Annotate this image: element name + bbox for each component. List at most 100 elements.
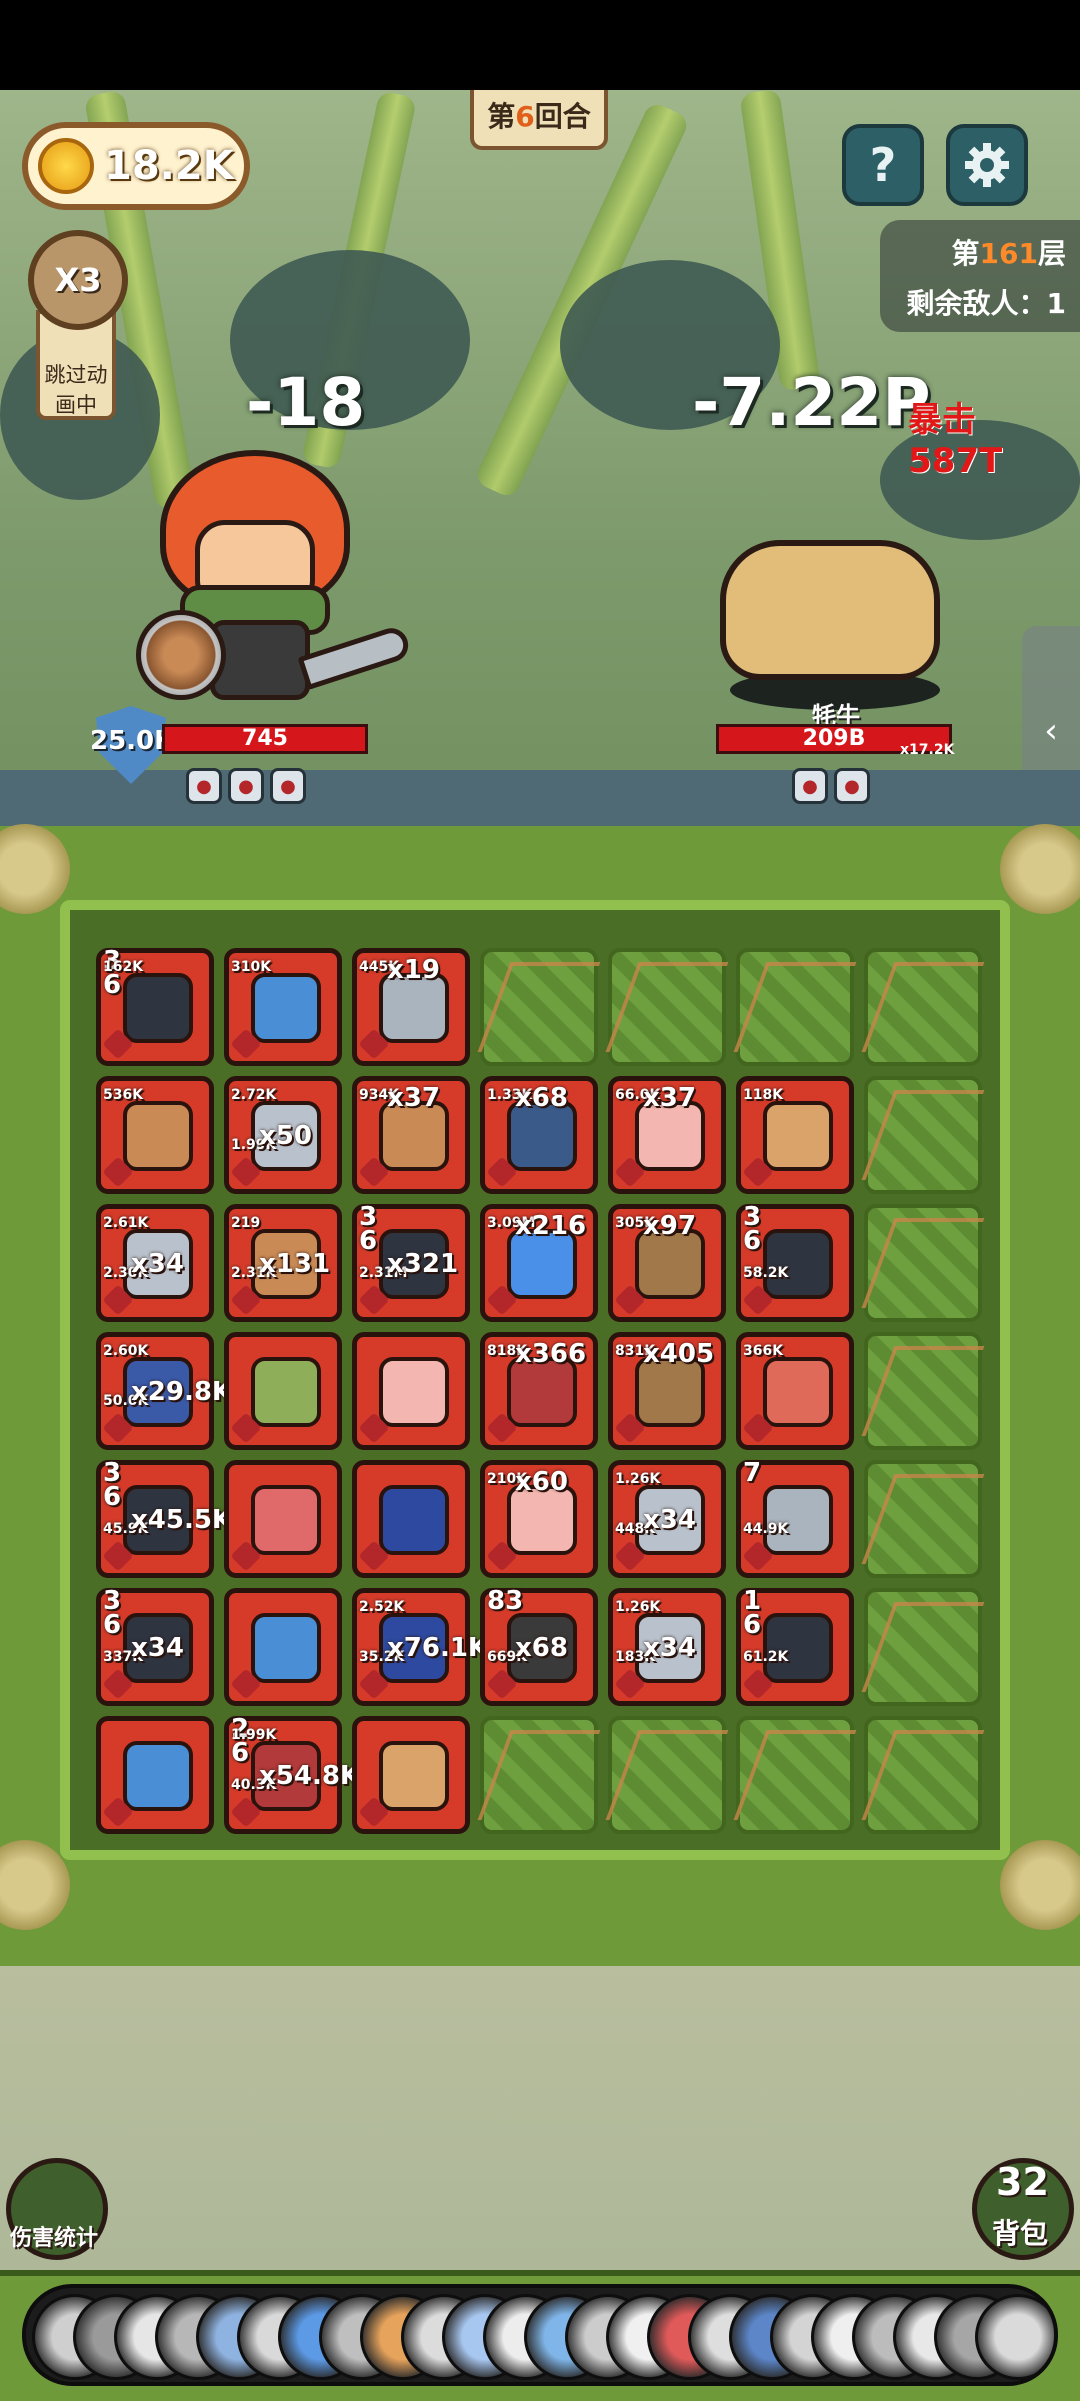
- item-cell-shield[interactable]: 1.26K 448K x34: [608, 1460, 726, 1578]
- mage-icon: [251, 973, 321, 1043]
- item-cell-mage[interactable]: [224, 1588, 342, 1706]
- help-button[interactable]: ?: [842, 124, 924, 206]
- mage-icon: [123, 1741, 193, 1811]
- enemy-yak[interactable]: [720, 540, 940, 680]
- item-big-label: x37: [643, 1083, 696, 1113]
- item-small-label: 366K: [743, 1343, 784, 1359]
- empty-grid-cell[interactable]: [864, 1716, 982, 1834]
- round-indicator: 第6回合: [470, 90, 608, 150]
- item-big-label: x68: [515, 1633, 568, 1663]
- item-cell-shield[interactable]: [224, 1460, 342, 1578]
- enemy-status-icons: ● ●: [792, 768, 870, 804]
- item-cell-mage[interactable]: [96, 1716, 214, 1834]
- coin-icon: [38, 138, 94, 194]
- hero-hp-value: 745: [242, 726, 288, 751]
- beetle-icon: ●: [228, 768, 264, 804]
- item-cell-club[interactable]: 2.60K 50.0K x29.8K: [96, 1332, 232, 1450]
- empty-grid-cell[interactable]: [480, 1716, 598, 1834]
- item-cell-ninja[interactable]: 3 6 337K x34: [96, 1588, 214, 1706]
- empty-grid-cell[interactable]: [864, 1076, 982, 1194]
- gear-icon: [965, 143, 1009, 187]
- item-big-label: x216: [515, 1211, 587, 1241]
- item-big-label: x29.8K: [131, 1377, 233, 1407]
- nest-icon: [251, 1357, 321, 1427]
- item-big-label: x405: [643, 1339, 715, 1369]
- item-cell-sword[interactable]: 66.0K x37: [608, 1076, 726, 1194]
- item-cell-nest[interactable]: [224, 1332, 342, 1450]
- damage-stats-label: 伤害统计: [10, 2226, 99, 2251]
- item-cell-mage[interactable]: 310K: [224, 948, 342, 1066]
- item-big-label: x97: [643, 1211, 696, 1241]
- enemies-remaining: 剩余敌人：1: [906, 287, 1066, 320]
- item-cell-bag[interactable]: 831K x405: [608, 1332, 726, 1450]
- item-small2-label: 44.9K: [743, 1521, 789, 1537]
- nest-icon: [763, 1101, 833, 1171]
- item-lvl-label: 3 6: [359, 1202, 378, 1256]
- item-cell-staff[interactable]: 219 2.31K x131: [224, 1204, 342, 1322]
- empty-grid-cell[interactable]: [608, 948, 726, 1066]
- coin-counter: 18.2K: [22, 122, 250, 210]
- item-cell-cannon[interactable]: 7 44.9K: [736, 1460, 854, 1578]
- ninja-icon: [763, 1229, 833, 1299]
- item-cell-scroll[interactable]: 2.52K 35.2K x76.1K: [352, 1588, 488, 1706]
- item-cell-ninja[interactable]: 1 6 61.2K: [736, 1588, 854, 1706]
- no-attack-icon: ●: [834, 768, 870, 804]
- item-cell-ninja[interactable]: 2 6 1.99K 40.3K x54.8K: [224, 1716, 360, 1834]
- item-queue-track[interactable]: [22, 2284, 1058, 2386]
- ninja-icon: [763, 1613, 833, 1683]
- empty-grid-cell[interactable]: [736, 948, 854, 1066]
- item-big-label: x131: [259, 1249, 331, 1279]
- item-cell-shield[interactable]: 2.72K 1.99K x50: [224, 1076, 342, 1194]
- empty-grid-cell[interactable]: [864, 1588, 982, 1706]
- scroll-icon: [379, 1485, 449, 1555]
- hero-hp-bar: 745: [162, 724, 368, 754]
- empty-grid-cell[interactable]: [864, 1460, 982, 1578]
- settings-button[interactable]: [946, 124, 1028, 206]
- item-cell-ninja[interactable]: 3 6 45.9K x45.5K: [96, 1460, 232, 1578]
- item-small-label: 2.60K: [103, 1343, 149, 1359]
- item-cell-ninja[interactable]: 818K x366: [480, 1332, 598, 1450]
- item-cell-shield[interactable]: 1.26K 183K x34: [608, 1588, 726, 1706]
- item-big-label: x321: [387, 1249, 459, 1279]
- cannon-icon: [763, 1485, 833, 1555]
- empty-grid-cell[interactable]: [736, 1716, 854, 1834]
- item-big-label: x34: [643, 1505, 696, 1535]
- item-cell-sword[interactable]: 210K x60: [480, 1460, 598, 1578]
- item-cell-bag[interactable]: 305K x97: [608, 1204, 726, 1322]
- floor-info: 第161层 剩余敌人：1: [880, 220, 1080, 332]
- queue-item[interactable]: [975, 2294, 1054, 2380]
- speed-button[interactable]: X3: [28, 230, 128, 330]
- empty-grid-cell[interactable]: [864, 1332, 982, 1450]
- bag-label: 背包: [992, 2217, 1049, 2250]
- item-cell-ninja[interactable]: 3 6 162K: [96, 948, 214, 1066]
- item-cell-nest[interactable]: [352, 1716, 470, 1834]
- empty-grid-cell[interactable]: [864, 948, 982, 1066]
- hero-shield: [136, 610, 226, 700]
- shield-icon: [251, 1485, 321, 1555]
- item-big-label: x54.8K: [259, 1761, 361, 1791]
- empty-grid-cell[interactable]: [864, 1204, 982, 1322]
- item-cell-scroll[interactable]: [352, 1460, 470, 1578]
- item-cell-staff[interactable]: 934K x37: [352, 1076, 470, 1194]
- flag-icon: [763, 1357, 833, 1427]
- item-small-label: 219: [231, 1215, 261, 1231]
- empty-grid-cell[interactable]: [480, 948, 598, 1066]
- item-cell-slime[interactable]: 3.09M x216: [480, 1204, 598, 1322]
- item-small-label: 536K: [103, 1087, 144, 1103]
- system-status-bar: [0, 0, 1080, 90]
- item-cell-ninja[interactable]: 3 6 2.31M x321: [352, 1204, 470, 1322]
- item-small-label: 2.52K: [359, 1599, 405, 1615]
- empty-grid-cell[interactable]: [608, 1716, 726, 1834]
- item-cell-nest[interactable]: 118K: [736, 1076, 854, 1194]
- enemy-hp-multiplier: x17.2K: [900, 742, 955, 758]
- item-cell-staff[interactable]: 536K: [96, 1076, 214, 1194]
- item-small-label: 310K: [231, 959, 272, 975]
- item-cell-hammer[interactable]: 83 669K x68: [480, 1588, 598, 1706]
- item-cell-ninja[interactable]: 3 6 58.2K: [736, 1204, 854, 1322]
- item-cell-shield[interactable]: 2.61K 2.30K x34: [96, 1204, 214, 1322]
- item-cell-flag[interactable]: 366K: [736, 1332, 854, 1450]
- item-cell-fence[interactable]: 445K x19: [352, 948, 470, 1066]
- item-small2-label: 58.2K: [743, 1265, 789, 1281]
- item-cell-sword[interactable]: [352, 1332, 470, 1450]
- item-cell-hammer[interactable]: 1.33K x68: [480, 1076, 598, 1194]
